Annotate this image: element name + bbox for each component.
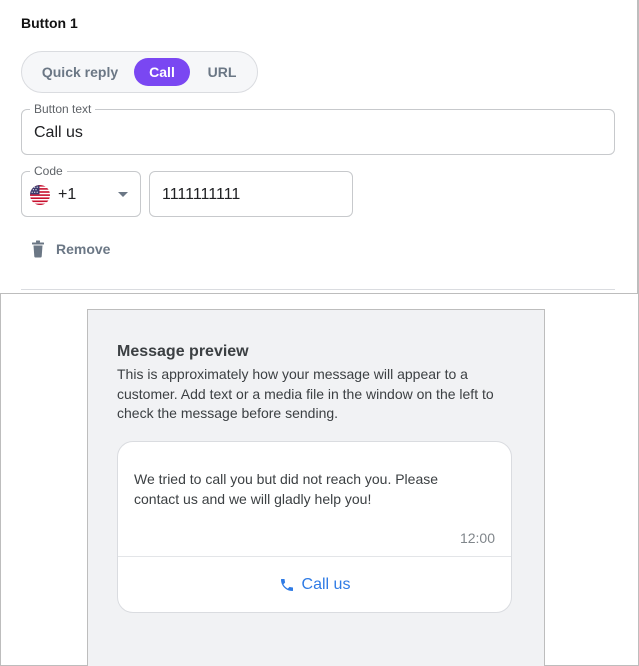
url-tab[interactable]: URL	[200, 58, 244, 86]
button-text-value[interactable]: Call us	[34, 124, 83, 142]
preview-title: Message preview	[117, 343, 249, 360]
call-us-label: Call us	[301, 576, 351, 593]
country-code-select[interactable]: Code +1	[21, 164, 141, 217]
message-preview-panel: Message preview This is approximately ho…	[87, 309, 545, 666]
button-editor-panel: Button 1 Quick reply Call URL Button tex…	[0, 0, 638, 294]
message-time: 12:00	[459, 530, 495, 546]
country-code-value: +1	[58, 186, 77, 203]
message-bubble: We tried to call you but did not reach y…	[117, 441, 512, 613]
chevron-down-icon[interactable]	[118, 192, 128, 197]
country-code-label: Code	[30, 164, 67, 178]
quick-reply-tab[interactable]: Quick reply	[34, 58, 126, 86]
preview-description: This is approximately how your message w…	[117, 366, 494, 421]
trash-icon	[32, 240, 44, 258]
button-type-switcher: Quick reply Call URL	[21, 51, 258, 93]
divider	[21, 289, 615, 290]
button-text-field[interactable]: Button text Call us	[21, 102, 615, 155]
call-us-button[interactable]: Call us	[118, 557, 511, 613]
call-tab[interactable]: Call	[134, 58, 190, 86]
phone-icon	[280, 579, 293, 591]
phone-number-input[interactable]: 1111111111	[149, 171, 353, 217]
phone-number-value[interactable]: 1111111111	[162, 186, 240, 204]
remove-button[interactable]: Remove	[30, 238, 110, 260]
section-title: Button 1	[21, 15, 78, 31]
us-flag-icon	[30, 185, 50, 205]
message-text: We tried to call you but did not reach y…	[134, 471, 439, 507]
remove-label: Remove	[56, 241, 111, 257]
button-text-label: Button text	[30, 102, 96, 116]
